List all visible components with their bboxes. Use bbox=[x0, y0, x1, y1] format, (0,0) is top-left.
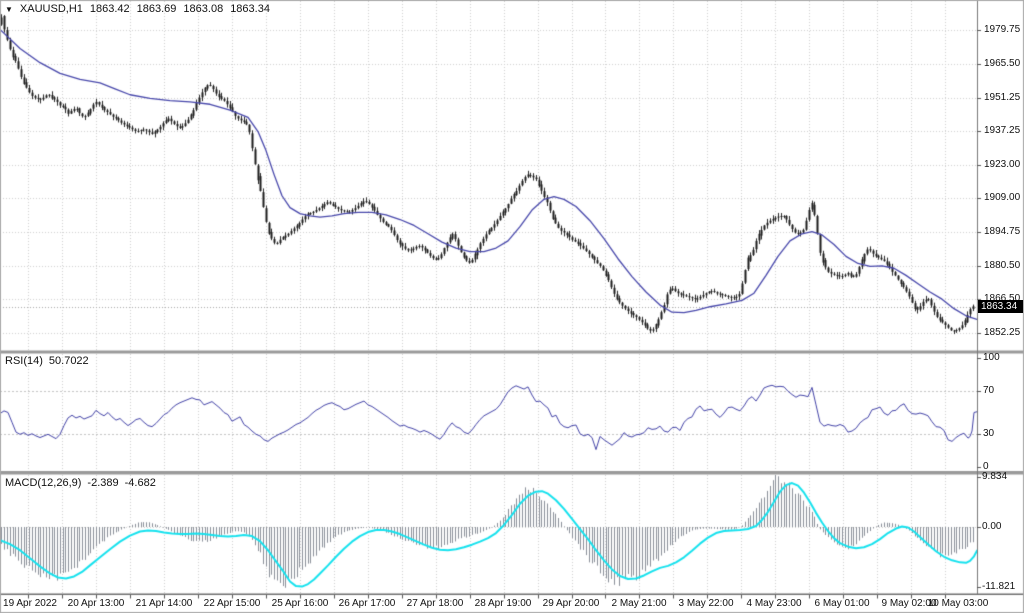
chart-canvas[interactable] bbox=[0, 0, 1024, 613]
trading-chart-window: ▼ XAUUSD,H1 1863.42 1863.69 1863.08 1863… bbox=[0, 0, 1024, 613]
symbol-dropdown-icon[interactable]: ▼ bbox=[5, 4, 13, 15]
